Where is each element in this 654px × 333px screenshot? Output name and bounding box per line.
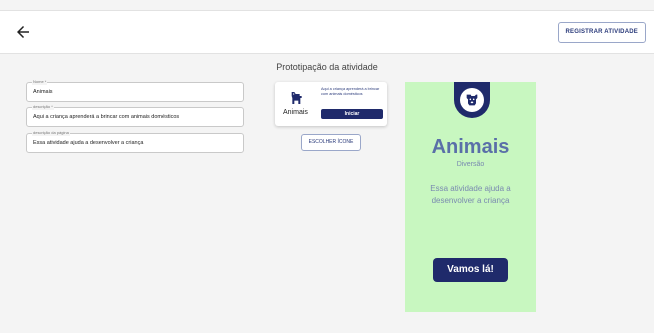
name-field-value: Animais [33,89,53,95]
register-activity-button[interactable]: REGISTRAR ATIVIDADE [557,22,646,43]
dog-icon [466,94,478,106]
icon-badge [454,82,490,118]
page-preview-panel: Animais Diversão Essa atividade ajuda a … [405,82,536,312]
name-field-label: Nome * [32,79,48,85]
start-button[interactable]: Iniciar [321,109,383,119]
icon-ring [460,88,484,112]
arrow-left-icon[interactable] [14,23,32,41]
page-description-field-value: Essa atividade ajuda a desenvolver a cri… [33,140,144,146]
description-field[interactable]: descrição * Aqui a criança aprenderá a b… [26,104,244,127]
description-field-label: descrição * [32,104,54,110]
description-field-value: Aqui a criança aprenderá a brincar com a… [33,114,180,120]
lets-go-button[interactable]: Vamos lá! [433,258,508,282]
preview-title: Animais [431,136,510,158]
choose-icon-button[interactable]: ESCOLHER ÍCONE [301,134,361,151]
activity-card-preview: Animais Aqui a criança aprenderá a brinc… [275,82,387,126]
page-description-field-label: descrição da página [32,130,70,136]
page-title: Prototipação da atividade [276,62,378,72]
card-description: Aqui a criança aprenderá a brincar com a… [321,87,380,96]
preview-subtitle: Diversão [456,161,485,168]
preview-description: Essa atividade ajuda a desenvolver a cri… [430,184,511,205]
page-description-field[interactable]: descrição da página Essa atividade ajuda… [26,130,244,153]
card-name: Animais [283,109,308,116]
name-field[interactable]: Nome * Animais [26,79,244,102]
top-bar: REGISTRAR ATIVIDADE [0,10,654,54]
dog-icon [291,92,302,104]
